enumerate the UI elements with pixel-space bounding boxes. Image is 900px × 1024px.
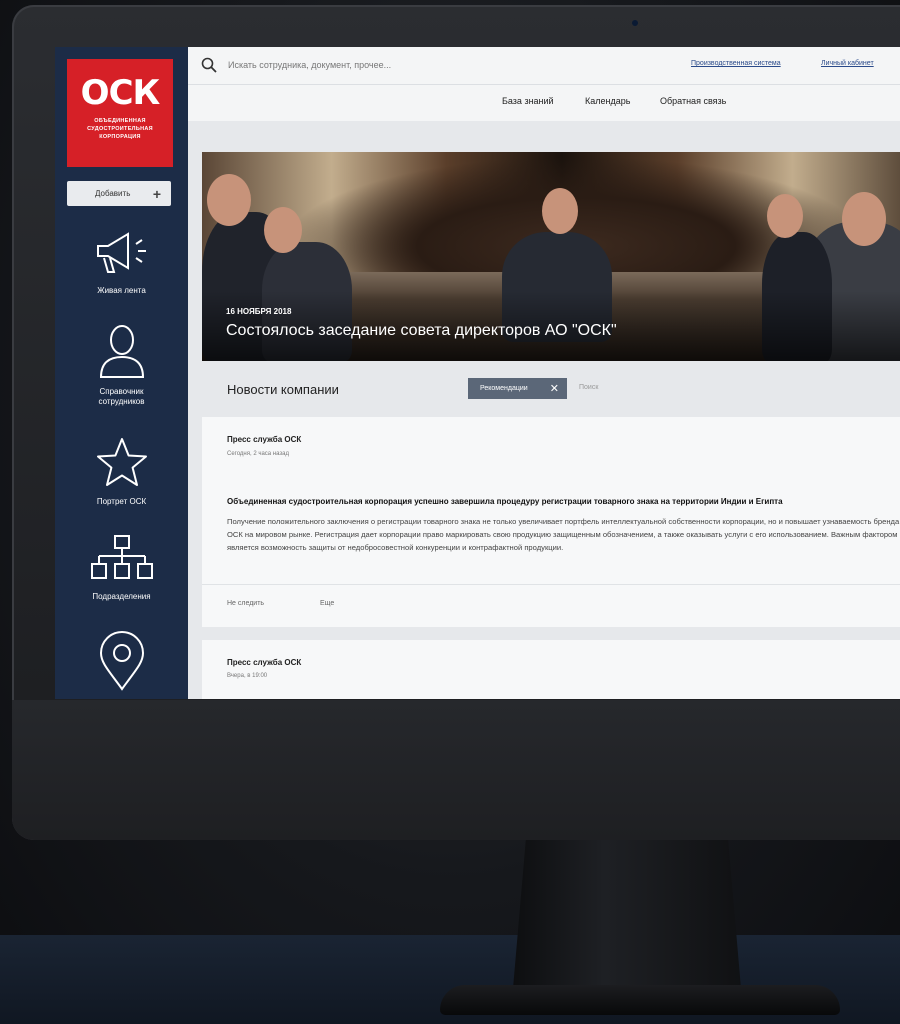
search-input[interactable]: Искать сотрудника, документ, прочее...: [228, 60, 391, 70]
sidebar-item-departments[interactable]: Подразделения: [55, 534, 188, 602]
post-time: Сегодня, 2 часа назад: [227, 451, 289, 457]
top-bar: Искать сотрудника, документ, прочее... П…: [188, 47, 900, 85]
add-button-label: Добавить: [95, 189, 131, 198]
add-button[interactable]: Добавить +: [67, 181, 171, 206]
sub-nav: База знаний Календарь Обратная связь: [188, 85, 900, 121]
sidebar-item-directory[interactable]: Справочник сотрудников: [55, 323, 188, 407]
logo-mark: ОСК: [80, 73, 161, 113]
sidebar-item-portrait[interactable]: Портрет ОСК: [55, 435, 188, 507]
post-author[interactable]: Пресс служба ОСК: [227, 435, 301, 444]
hero-photo-figure: [842, 192, 886, 246]
section-title: Новости компании: [227, 382, 339, 397]
logo-line: КОРПОРАЦИЯ: [99, 134, 141, 140]
close-icon[interactable]: ✕: [550, 382, 559, 395]
more-button[interactable]: Еще: [320, 600, 334, 607]
hero-title[interactable]: Состоялось заседание совета директоров А…: [226, 322, 617, 340]
post-author[interactable]: Пресс служба ОСК: [227, 658, 301, 667]
news-card: Пресс служба ОСК Вчера, в 19:00: [202, 640, 900, 699]
location-pin-icon: [99, 631, 144, 691]
divider: [202, 584, 900, 585]
megaphone-icon: [96, 232, 146, 273]
sidebar-item-live-feed[interactable]: Живая лента: [55, 230, 188, 296]
post-headline[interactable]: Объединенная судостроительная корпорация…: [227, 497, 783, 506]
monitor-chin: [12, 700, 900, 840]
logo-line: СУДОСТРОИТЕЛЬНАЯ: [87, 126, 153, 132]
hero-photo-figure: [767, 194, 803, 238]
sidebar-item-location[interactable]: [55, 631, 188, 699]
osk-logo[interactable]: ОСК ОБЪЕДИНЕННАЯ СУДОСТРОИТЕЛЬНАЯ КОРПОР…: [67, 59, 173, 167]
org-chart-icon: [90, 535, 153, 579]
plus-icon: +: [152, 185, 161, 202]
hero-photo-figure: [207, 174, 251, 226]
hero-photo-figure: [264, 207, 302, 253]
unfollow-button[interactable]: Не следить: [227, 600, 264, 607]
production-system-link[interactable]: Производственная система: [691, 60, 781, 67]
sidebar-item-label: Справочник: [99, 387, 144, 396]
sidebar-item-label: сотрудников: [98, 397, 145, 406]
logo-line: ОБЪЕДИНЕННАЯ: [94, 118, 146, 124]
sidebar: ОСК ОБЪЕДИНЕННАЯ СУДОСТРОИТЕЛЬНАЯ КОРПОР…: [55, 47, 188, 699]
news-search-input[interactable]: Поиск: [579, 384, 598, 391]
sidebar-item-label: Подразделения: [92, 592, 151, 601]
camera-dot: [632, 20, 638, 26]
star-icon: [96, 438, 147, 486]
filter-tag-label: Рекомендации: [480, 385, 528, 392]
hero-date: 16 НОЯБРЯ 2018: [226, 307, 292, 316]
nav-calendar[interactable]: Календарь: [585, 96, 630, 106]
post-body: Получение положительного заключения о ре…: [227, 517, 900, 552]
logo-subtitle: ОБЪЕДИНЕННАЯ СУДОСТРОИТЕЛЬНАЯ КОРПОРАЦИЯ: [67, 117, 173, 141]
monitor-stand: [512, 840, 742, 1000]
hero-banner[interactable]: 16 НОЯБРЯ 2018 Состоялось заседание сове…: [202, 152, 900, 361]
nav-knowledge-base[interactable]: База знаний: [502, 96, 554, 106]
personal-account-link[interactable]: Личный кабинет: [821, 60, 874, 67]
nav-feedback[interactable]: Обратная связь: [660, 96, 726, 106]
filter-tag[interactable]: Рекомендации ✕: [468, 378, 567, 399]
sidebar-item-label: Живая лента: [97, 286, 146, 295]
hero-photo-figure: [542, 188, 578, 234]
screen: ОСК ОБЪЕДИНЕННАЯ СУДОСТРОИТЕЛЬНАЯ КОРПОР…: [55, 47, 900, 699]
search-icon[interactable]: [201, 57, 217, 73]
person-icon: [99, 325, 144, 378]
post-time: Вчера, в 19:00: [227, 673, 268, 679]
monitor-base: [440, 985, 840, 1015]
news-card: Пресс служба ОСК Сегодня, 2 часа назад О…: [202, 417, 900, 627]
sidebar-item-label: Портрет ОСК: [96, 497, 147, 506]
